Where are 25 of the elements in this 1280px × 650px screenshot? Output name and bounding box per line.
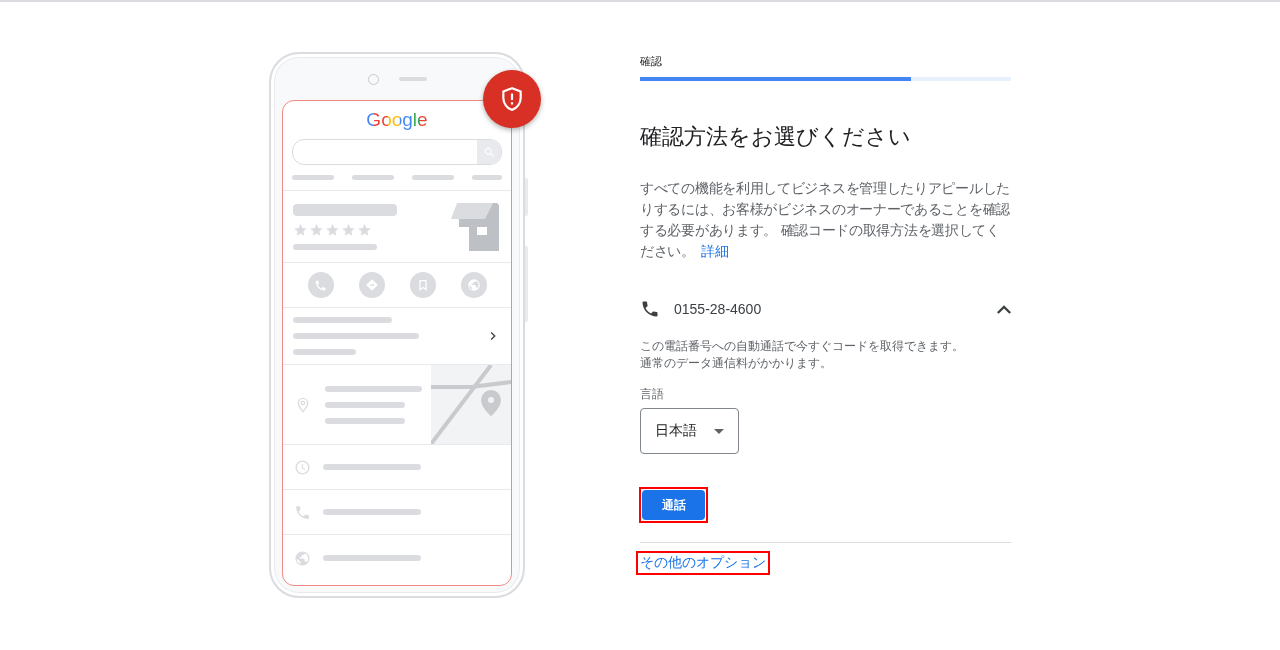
language-label: 言語 [640,386,665,403]
rating-stars-icon [293,223,371,236]
location-pin-icon [295,396,311,413]
other-options-link[interactable]: その他のオプション [637,552,769,574]
phone-icon [640,299,660,319]
placeholder-bar [352,175,394,180]
storefront-icon [451,202,501,251]
globe-icon [294,549,311,567]
page-title: 確認方法をお選びください [640,123,912,151]
language-select[interactable]: 日本語 [640,408,739,454]
call-button[interactable]: 通話 [642,490,705,520]
step-label: 確認 [640,54,663,68]
placeholder-bar [293,349,356,355]
placeholder-bar [292,175,334,180]
details-link[interactable]: 詳細 [700,243,729,259]
phone-icon [294,503,311,521]
placeholder-bar [472,175,502,180]
description-text: すべての機能を利用してビジネスを管理したりアピールしたりするには、お客様がビジネスのオーナーであることを確認する必要があります。 確認コードの取得方法を選択してください。 詳細 [640,179,1011,261]
phone-number: 0155-28-4600 [674,301,763,317]
dropdown-caret-icon [714,428,724,434]
info-text: この電話番号への自動通話で今すぐコードを取得できます。 [640,338,965,355]
clock-icon [294,458,311,476]
info-text: 通常のデータ通信料がかかります。 [640,355,833,372]
placeholder-bar [412,175,454,180]
shield-alert-icon [499,86,525,112]
